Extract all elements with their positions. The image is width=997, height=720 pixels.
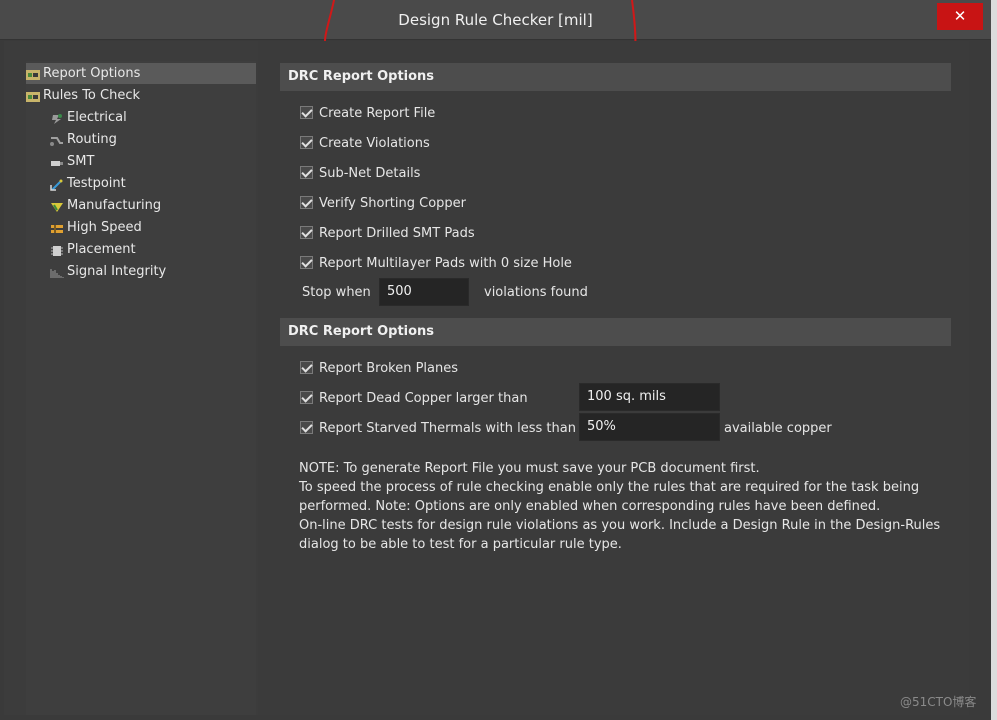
checkbox-label: Report Multilayer Pads with 0 size Hole [319,256,572,271]
stop-when-label: Stop when [302,285,371,300]
tree-item-routing[interactable]: Routing [50,129,117,150]
checkbox-checked[interactable] [300,226,313,239]
checkbox-label: Report Broken Planes [319,361,459,376]
report-dead-copper-checkbox[interactable]: Report Dead Copper larger than [300,389,528,409]
background-window-edge [991,0,997,720]
manufacturing-icon [50,199,64,212]
smt-icon [50,155,64,167]
tree-item-rules-to-check[interactable]: Rules To Check [26,85,140,106]
checkbox-checked[interactable] [300,256,313,269]
tree-item-testpoint[interactable]: Testpoint [50,173,126,194]
title-bar: Design Rule Checker [mil] ✕ [0,0,991,40]
tree-item-label: Routing [67,132,117,147]
watermark: @51CTO博客 [900,695,977,709]
routing-icon [50,133,64,146]
report-drilled-smt-pads-checkbox[interactable]: Report Drilled SMT Pads [300,224,475,244]
note-line: On-line DRC tests for design rule violat… [299,518,941,533]
checkbox-checked[interactable] [300,136,313,149]
note-text: NOTE: To generate Report File you must s… [299,459,941,554]
placement-icon [50,243,64,256]
signal-integrity-icon [50,265,64,278]
checkbox-label: Create Violations [319,136,430,151]
create-report-file-checkbox[interactable]: Create Report File [300,104,435,124]
report-multilayer-pads-checkbox[interactable]: Report Multilayer Pads with 0 size Hole [300,254,572,274]
checkbox-label: Report Dead Copper larger than [319,391,528,406]
checkbox-label: Create Report File [319,106,436,121]
available-copper-label: available copper [724,421,832,436]
dead-copper-input[interactable]: 100 sq. mils [579,383,720,411]
close-button[interactable]: ✕ [937,3,983,30]
checkbox-checked[interactable] [300,361,313,374]
checkbox-checked[interactable] [300,166,313,179]
note-line: dialog to be able to test for a particul… [299,537,622,552]
report-starved-thermals-checkbox[interactable]: Report Starved Thermals with less than [300,419,576,439]
tree-item-placement[interactable]: Placement [50,239,136,260]
high-speed-icon [50,221,64,233]
create-violations-checkbox[interactable]: Create Violations [300,134,430,154]
tree-item-label: Rules To Check [43,88,141,103]
checkbox-checked[interactable] [300,421,313,434]
checkbox-checked[interactable] [300,391,313,404]
tree-item-signal-integrity[interactable]: Signal Integrity [50,261,166,282]
report-broken-planes-checkbox[interactable]: Report Broken Planes [300,359,458,379]
rules-to-check-icon [26,89,40,102]
note-line: performed. Note: Options are only enable… [299,499,881,514]
tree-item-label: Report Options [43,66,141,81]
tree-item-label: Manufacturing [67,198,162,213]
tree-item-smt[interactable]: SMT [50,151,94,172]
violations-found-label: violations found [484,285,588,300]
tree-item-label: Electrical [67,110,127,125]
tree-item-label: Testpoint [67,176,126,191]
section-header-drc-report-options: DRC Report Options [280,63,951,91]
tree-item-report-options[interactable]: Report Options [26,63,256,84]
tree-item-high-speed[interactable]: High Speed [50,217,142,238]
note-line: To speed the process of rule checking en… [299,480,920,495]
note-line: NOTE: To generate Report File you must s… [299,461,760,476]
tree-item-label: Signal Integrity [67,264,167,279]
window-title: Design Rule Checker [mil] [398,11,593,29]
tree-item-label: High Speed [67,220,142,235]
report-options-icon [26,67,40,80]
tree-item-label: Placement [67,242,136,257]
tree-item-electrical[interactable]: Electrical [50,107,127,128]
starved-thermals-input[interactable]: 50% [579,413,720,441]
checkbox-checked[interactable] [300,106,313,119]
checkbox-label: Report Starved Thermals with less than [319,421,576,436]
tree-item-manufacturing[interactable]: Manufacturing [50,195,161,216]
sub-net-details-checkbox[interactable]: Sub-Net Details [300,164,420,184]
verify-shorting-copper-checkbox[interactable]: Verify Shorting Copper [300,194,466,214]
checkbox-checked[interactable] [300,196,313,209]
options-tree: Report Options Rules To Check Electrical… [26,61,256,715]
checkbox-label: Report Drilled SMT Pads [319,226,475,241]
section-header-drc-report-options-2: DRC Report Options [280,318,951,346]
testpoint-icon [50,177,64,191]
electrical-icon [50,111,64,124]
report-options-panel: DRC Report Options Create Report File Cr… [258,41,969,715]
checkbox-label: Verify Shorting Copper [319,196,467,211]
dialog-body: Report Options Rules To Check Electrical… [4,41,969,715]
tree-item-label: SMT [67,154,95,169]
stop-when-input[interactable]: 500 [379,278,469,306]
checkbox-label: Sub-Net Details [319,166,421,181]
